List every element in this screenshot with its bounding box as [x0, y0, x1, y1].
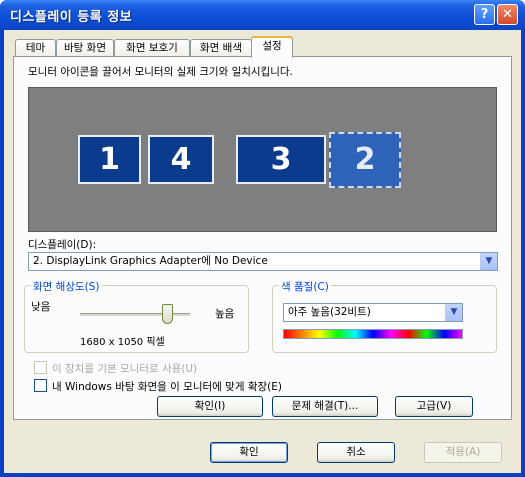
ok-button[interactable]: 확인	[210, 442, 288, 463]
resolution-low-label: 낮음	[31, 301, 51, 313]
primary-monitor-label: 이 장치를 기본 모니터로 사용(U)	[52, 363, 198, 375]
identify-button[interactable]: 확인(I)	[157, 396, 263, 417]
tab-screensaver[interactable]: 화면 보호기	[114, 39, 190, 57]
settings-panel: 모니터 아이콘을 끌어서 모니터의 실제 크기와 일치시킵니다. 1 4 3 2…	[13, 56, 512, 420]
resolution-group: 화면 해상도(S) 낮음 높음 1680 x 1050 픽셀	[24, 279, 249, 353]
monitor-number: 2	[354, 142, 376, 177]
resolution-high-label: 높음	[215, 308, 235, 320]
color-spectrum-bar	[283, 329, 463, 339]
resolution-slider-track[interactable]	[80, 313, 190, 316]
cancel-button[interactable]: 취소	[317, 442, 395, 463]
resolution-value: 1680 x 1050 픽셀	[80, 337, 165, 348]
advanced-button[interactable]: 고급(V)	[395, 396, 473, 417]
extend-desktop-checkbox[interactable]	[34, 379, 47, 392]
close-button[interactable]: ✕	[497, 4, 518, 25]
resolution-slider-thumb[interactable]	[162, 304, 173, 324]
tab-settings[interactable]: 설정	[251, 36, 293, 58]
color-quality-select[interactable]: 아주 높음(32비트) ▼	[283, 303, 463, 322]
extend-desktop-label: 내 Windows 바탕 화면을 이 모니터에 맞게 확장(E)	[52, 381, 282, 393]
chevron-down-icon[interactable]: ▼	[445, 304, 462, 321]
troubleshoot-button[interactable]: 문제 해결(T)...	[272, 396, 378, 417]
monitor-number: 3	[270, 142, 292, 177]
color-quality-group: 색 품질(C) 아주 높음(32비트) ▼	[272, 279, 497, 353]
tab-appearance[interactable]: 화면 배색	[190, 39, 252, 57]
display-properties-window: 디스플레이 등록 정보 ? ✕ 테마 바탕 화면 화면 보호기 화면 배색 설정…	[0, 0, 525, 477]
resolution-title: 화면 해상도(S)	[31, 279, 102, 294]
tab-themes[interactable]: 테마	[15, 39, 56, 57]
tab-desktop[interactable]: 바탕 화면	[56, 39, 114, 57]
monitor-2-icon[interactable]: 2	[329, 132, 401, 188]
monitor-number: 4	[170, 142, 192, 177]
monitor-arrangement-area[interactable]: 1 4 3 2	[28, 87, 497, 232]
display-select-value: 2. DisplayLink Graphics Adapter에 No Devi…	[33, 255, 268, 267]
color-quality-title: 색 품질(C)	[279, 279, 331, 294]
apply-button[interactable]: 적용(A)	[424, 442, 502, 463]
display-label: 디스플레이(D):	[28, 239, 97, 251]
color-quality-value: 아주 높음(32비트)	[288, 306, 371, 318]
monitor-number: 1	[99, 142, 120, 177]
monitor-3-icon[interactable]: 3	[236, 135, 326, 184]
instruction-text: 모니터 아이콘을 끌어서 모니터의 실제 크기와 일치시킵니다.	[28, 66, 293, 78]
display-select[interactable]: 2. DisplayLink Graphics Adapter에 No Devi…	[28, 252, 498, 271]
chevron-down-icon[interactable]: ▼	[480, 253, 497, 270]
primary-monitor-checkbox[interactable]	[34, 361, 47, 374]
window-title: 디스플레이 등록 정보	[10, 10, 133, 25]
dialog-client-area: 테마 바탕 화면 화면 보호기 화면 배색 설정 모니터 아이콘을 끌어서 모니…	[4, 30, 521, 473]
help-button[interactable]: ?	[474, 4, 495, 25]
title-bar[interactable]: 디스플레이 등록 정보 ? ✕	[0, 0, 525, 30]
monitor-4-icon[interactable]: 4	[148, 135, 214, 184]
monitor-1-icon[interactable]: 1	[78, 135, 141, 184]
